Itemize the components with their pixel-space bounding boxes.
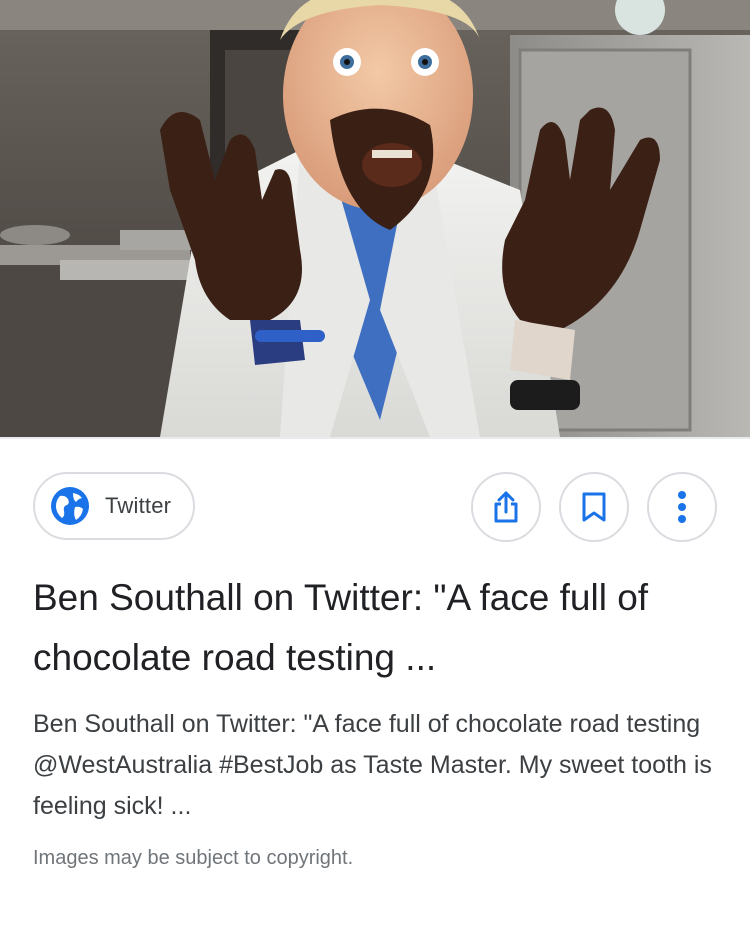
share-button[interactable] xyxy=(471,472,541,542)
result-snippet: Ben Southall on Twitter: "A face full of… xyxy=(33,710,712,820)
result-title[interactable]: Ben Southall on Twitter: "A face full of… xyxy=(33,568,693,688)
result-photo[interactable] xyxy=(0,0,750,437)
more-vert-icon xyxy=(678,491,686,523)
more-options-button[interactable] xyxy=(647,472,717,542)
bookmark-icon xyxy=(582,492,606,522)
source-name: Twitter xyxy=(105,493,172,518)
source-chip[interactable]: Twitter xyxy=(33,472,196,540)
photo-divider xyxy=(0,437,750,439)
save-button[interactable] xyxy=(559,472,629,542)
share-icon xyxy=(494,491,518,523)
globe-icon xyxy=(51,487,89,525)
copyright-notice: Images may be subject to copyright. xyxy=(33,847,354,869)
